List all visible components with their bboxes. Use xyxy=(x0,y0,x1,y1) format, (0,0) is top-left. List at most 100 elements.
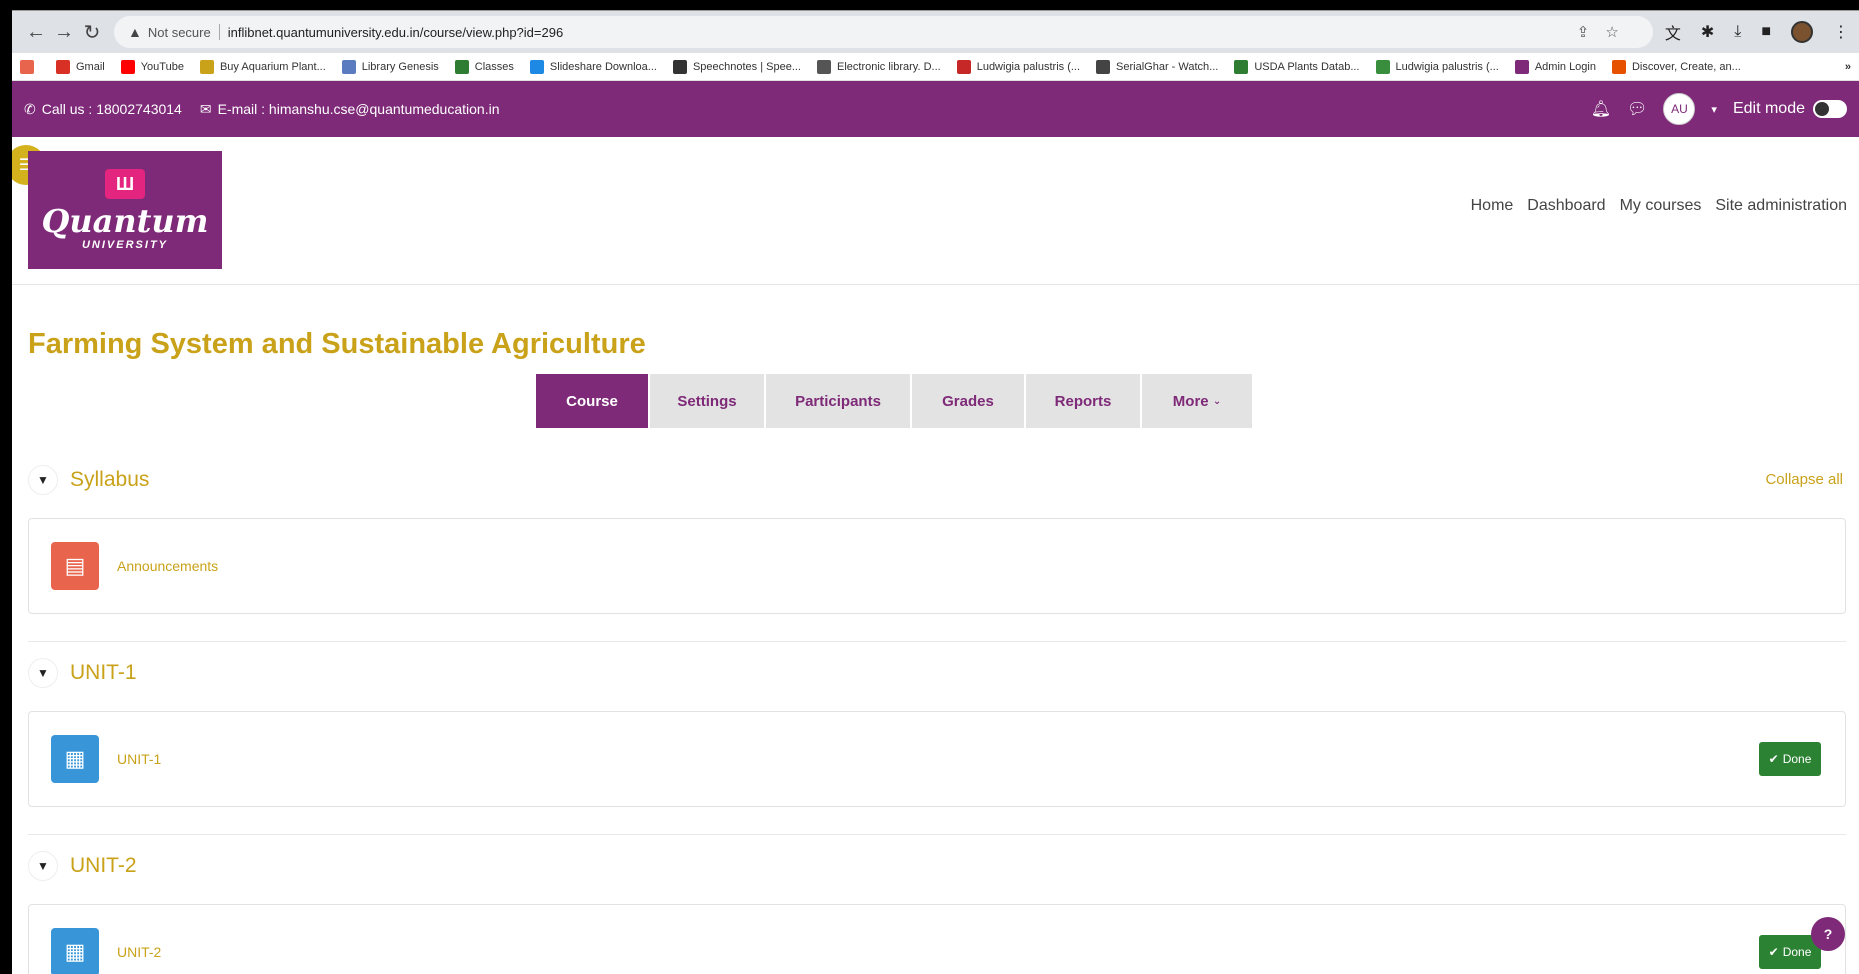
download-icon[interactable]: ⤓ xyxy=(1734,23,1741,41)
bookmark-item[interactable]: Slideshare Downloa... xyxy=(529,59,657,74)
section-collapse-chevron-icon[interactable]: ▼ xyxy=(28,465,58,495)
nav-dashboard[interactable]: Dashboard xyxy=(1527,197,1605,215)
collapse-all-link[interactable]: Collapse all xyxy=(1765,471,1843,488)
section-header-unit-2: ▼ UNIT-2 xyxy=(28,851,137,881)
translate-icon[interactable]: 文 xyxy=(1665,20,1681,44)
bookmark-label: Classes xyxy=(474,60,514,73)
bookmark-item[interactable]: Library Genesis xyxy=(341,59,439,74)
checkmark-icon: ✔ xyxy=(1768,752,1779,766)
bookmark-favicon-icon xyxy=(816,59,831,74)
tab-settings[interactable]: Settings xyxy=(650,374,764,428)
page-title: Farming System and Sustainable Agricultu… xyxy=(28,328,646,360)
bookmark-item[interactable]: USDA Plants Datab... xyxy=(1234,59,1360,74)
browser-menu-icon[interactable]: ⋮ xyxy=(1833,22,1849,42)
forward-icon[interactable]: → xyxy=(50,18,78,46)
done-label: Done xyxy=(1782,945,1812,959)
tab-grades[interactable]: Grades xyxy=(912,374,1024,428)
window-icon[interactable]: ■ xyxy=(1761,23,1771,41)
edit-mode-label: Edit mode xyxy=(1732,100,1805,117)
bookmark-item[interactable]: Speechnotes | Spee... xyxy=(672,59,801,74)
activity-link[interactable]: UNIT-1 xyxy=(117,751,161,767)
section-collapse-chevron-icon[interactable]: ▼ xyxy=(28,658,58,688)
bookmark-item[interactable]: Admin Login xyxy=(1514,59,1596,74)
bookmark-item[interactable]: Classes xyxy=(454,59,514,74)
browser-window: ← → ↻ ▲ Not secure inflibnet.quantumuniv… xyxy=(12,10,1859,974)
nav-home[interactable]: Home xyxy=(1471,197,1514,215)
edit-mode-toggle[interactable] xyxy=(1813,100,1847,118)
course-tabs: Course Settings Participants Grades Repo… xyxy=(536,374,1252,428)
warning-icon: ▲ xyxy=(128,24,142,40)
bookmark-favicon-icon xyxy=(1096,59,1111,74)
help-icon[interactable]: ? xyxy=(1811,917,1845,951)
messages-icon[interactable]: 💬︎ xyxy=(1627,99,1647,119)
bookmark-item[interactable]: Electronic library. D... xyxy=(816,59,941,74)
tab-more-label: More xyxy=(1172,392,1209,410)
user-avatar[interactable]: AU xyxy=(1663,93,1696,125)
site-header: ☰ Ш Quantum UNIVERSITY Home Dashboard My… xyxy=(12,137,1859,285)
url-text: inflibnet.quantumuniversity.edu.in/cours… xyxy=(227,24,564,40)
profile-avatar[interactable] xyxy=(1791,21,1813,43)
nav-site-administration[interactable]: Site administration xyxy=(1715,197,1847,215)
bookmark-label: YouTube xyxy=(140,60,184,73)
forum-icon: ▤ xyxy=(51,542,99,590)
done-label: Done xyxy=(1782,752,1812,766)
phone-icon: ✆ xyxy=(24,100,36,117)
section-divider xyxy=(28,641,1846,642)
bookmark-item[interactable]: SerialGhar - Watch... xyxy=(1096,59,1219,74)
bookmark-label: Gmail xyxy=(76,60,105,73)
bookmark-item[interactable]: Ludwigia palustris (... xyxy=(1375,59,1499,74)
bookmark-favicon-icon xyxy=(1514,59,1529,74)
bookmark-favicon-icon xyxy=(454,59,469,74)
section-divider xyxy=(28,834,1846,835)
edit-mode-switch[interactable]: Edit mode xyxy=(1733,100,1847,118)
notification-bell-icon[interactable]: 🔔︎ xyxy=(1591,99,1611,119)
bookmark-favicon-icon xyxy=(1375,59,1390,74)
bookmark-item[interactable]: Ludwigia palustris (... xyxy=(956,59,1080,74)
call-us-text: Call us : 18002743014 xyxy=(41,101,182,117)
section-title[interactable]: UNIT-1 xyxy=(70,661,137,685)
tab-course-label: Course xyxy=(566,392,618,410)
bookmark-item[interactable]: Discover, Create, an... xyxy=(1611,59,1741,74)
tab-participants[interactable]: Participants xyxy=(766,374,910,428)
chevron-down-icon: ⌄ xyxy=(1212,395,1222,407)
user-menu-chevron-icon[interactable]: ▾ xyxy=(1711,103,1717,116)
section-collapse-chevron-icon[interactable]: ▼ xyxy=(28,851,58,881)
bookmark-label: SerialGhar - Watch... xyxy=(1116,60,1219,73)
tab-reports[interactable]: Reports xyxy=(1026,374,1140,428)
logo-subtitle: UNIVERSITY xyxy=(81,239,168,251)
bookmarks-overflow-icon[interactable]: » xyxy=(1845,61,1851,73)
bookmark-item[interactable]: YouTube xyxy=(120,59,184,74)
completion-done-button[interactable]: ✔ Done xyxy=(1759,742,1821,776)
bookmark-label: USDA Plants Datab... xyxy=(1254,60,1360,73)
bookmark-label: Electronic library. D... xyxy=(836,60,941,73)
bookmark-favicon-icon xyxy=(341,59,356,74)
nav-my-courses[interactable]: My courses xyxy=(1620,197,1702,215)
extensions-icon[interactable]: ✱ xyxy=(1701,22,1714,42)
bookmark-favicon-icon xyxy=(120,59,135,74)
bookmarks-bar: Gmail YouTube Buy Aquarium Plant... Library… xyxy=(12,53,1859,81)
address-bar[interactable]: ▲ Not secure inflibnet.quantumuniversity… xyxy=(114,16,1653,48)
activity-link[interactable]: Announcements xyxy=(117,558,218,574)
mail-icon: ✉ xyxy=(199,100,212,117)
apps-icon xyxy=(20,59,34,74)
activity-link[interactable]: UNIT-2 xyxy=(117,944,161,960)
tab-more[interactable]: More ⌄ xyxy=(1142,374,1252,428)
university-logo[interactable]: Ш Quantum UNIVERSITY xyxy=(28,151,222,269)
omnibox-separator xyxy=(218,24,220,40)
logo-word: Quantum xyxy=(41,202,209,240)
back-icon[interactable]: ← xyxy=(22,18,50,46)
bookmark-apps[interactable] xyxy=(20,59,40,74)
bookmark-item[interactable]: Buy Aquarium Plant... xyxy=(199,59,326,74)
bookmark-label: Admin Login xyxy=(1534,60,1596,73)
section-title[interactable]: UNIT-2 xyxy=(70,854,137,878)
bookmark-star-icon[interactable]: ☆ xyxy=(1605,23,1618,41)
bookmark-item[interactable]: Gmail xyxy=(56,59,105,74)
tab-participants-label: Participants xyxy=(795,392,881,410)
tab-course[interactable]: Course xyxy=(536,374,648,428)
page-resource-icon: ▦ xyxy=(51,928,99,974)
section-title[interactable]: Syllabus xyxy=(70,468,149,492)
reload-icon[interactable]: ↻ xyxy=(78,18,106,46)
bookmark-label: Buy Aquarium Plant... xyxy=(219,60,326,73)
email-text[interactable]: E-mail : himanshu.cse@quantumeducation.i… xyxy=(218,101,500,117)
share-icon[interactable]: ⇪ xyxy=(1577,23,1590,41)
